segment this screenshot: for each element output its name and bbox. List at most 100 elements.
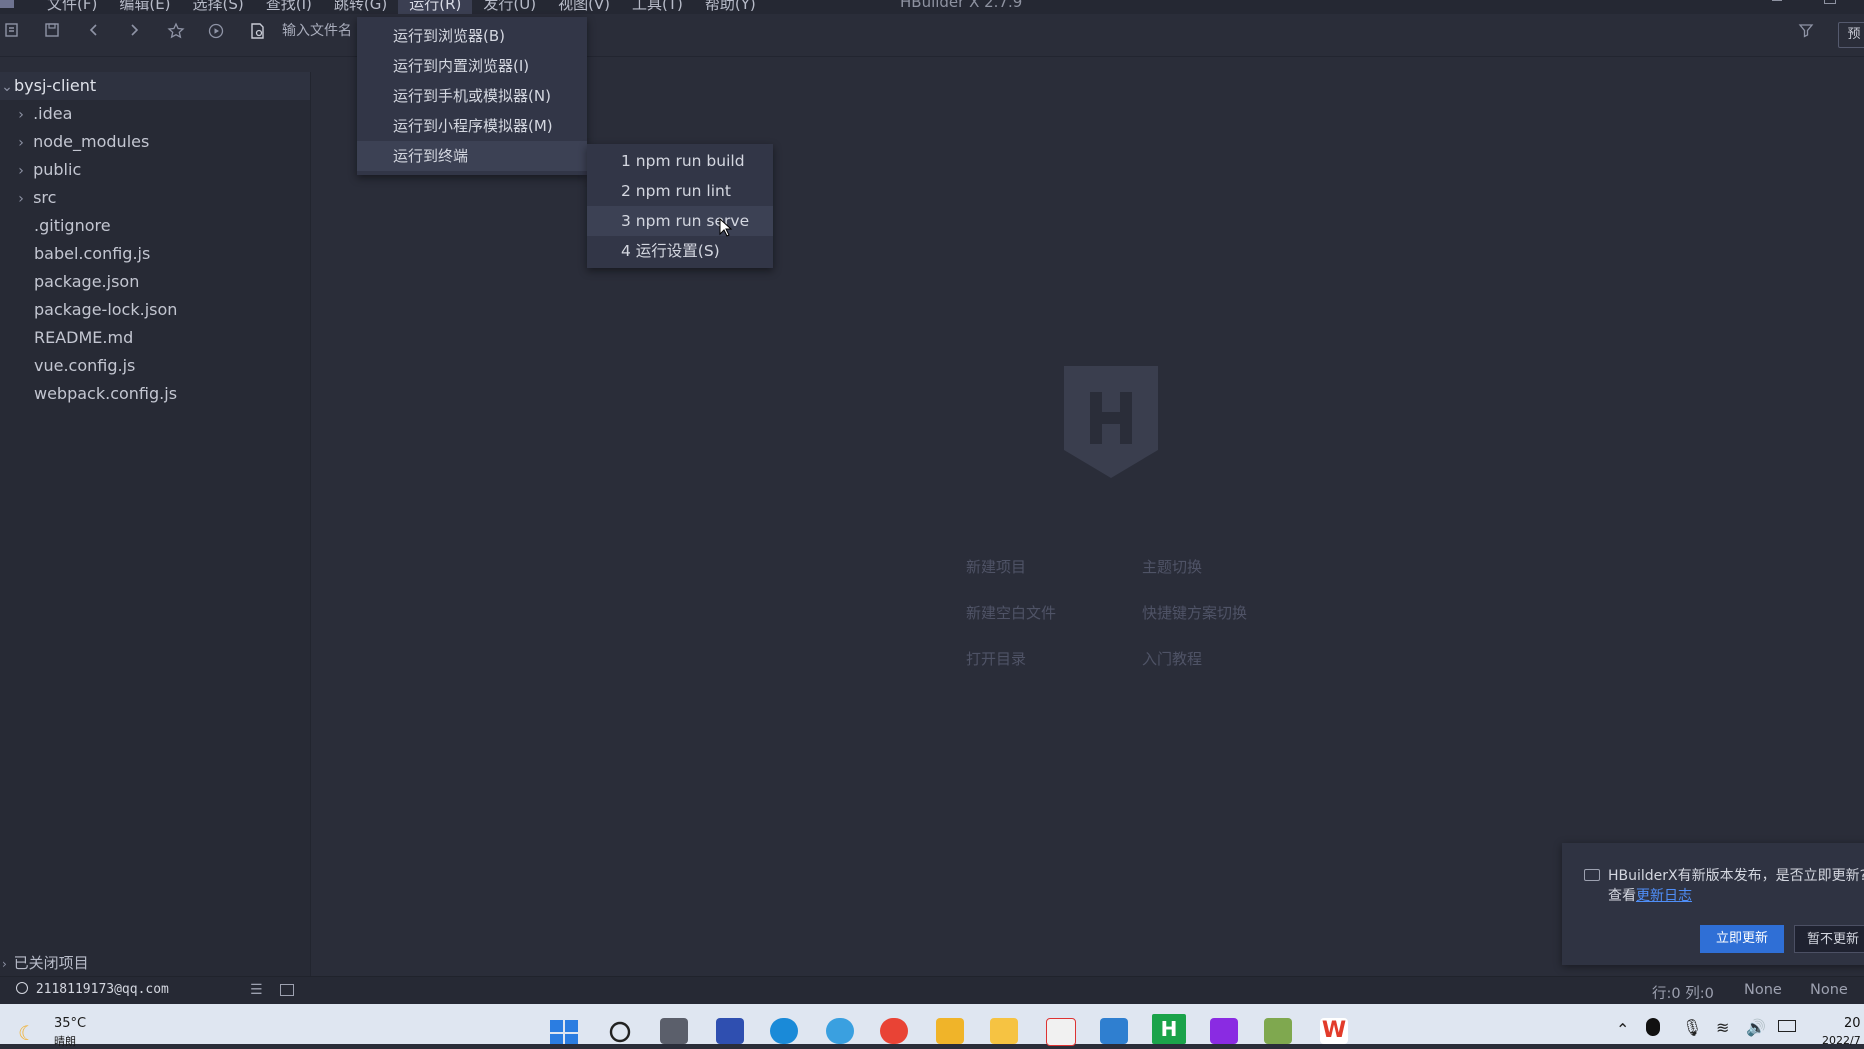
theme-switch-link[interactable]: 主题切换	[1142, 556, 1202, 577]
new-blank-file-link[interactable]: 新建空白文件	[966, 602, 1056, 623]
tree-folder[interactable]: › src	[0, 184, 324, 212]
closed-projects[interactable]: › 已关闭项目	[0, 950, 310, 976]
tree-file[interactable]: README.md	[0, 324, 344, 352]
hbuilder-taskbar-icon[interactable]: H	[1152, 1014, 1186, 1044]
tree-file[interactable]: babel.config.js	[0, 240, 344, 268]
menu-view[interactable]: 视图(V)	[547, 0, 621, 14]
weather-widget[interactable]: ☾ 35°C 晴朗	[18, 1016, 158, 1048]
tree-folder[interactable]: › node_modules	[0, 128, 324, 156]
mouse-cursor-icon	[719, 218, 733, 237]
run-menu-dropdown: 运行到浏览器(B) 运行到内置浏览器(I) 运行到手机或模拟器(N) 运行到小程…	[357, 17, 587, 175]
syntax-status[interactable]: None	[1810, 982, 1848, 998]
back-icon[interactable]	[84, 22, 104, 42]
new-project-link[interactable]: 新建项目	[966, 556, 1026, 577]
project-sidebar: ⌄bysj-client › .idea › node_modules › pu…	[0, 72, 311, 976]
forward-icon[interactable]	[124, 22, 144, 42]
changelog-link[interactable]: 更新日志	[1636, 888, 1692, 904]
chevron-right-icon: ›	[18, 135, 24, 151]
chevron-down-icon: ⌄	[1, 79, 13, 95]
menu-edit[interactable]: 编辑(E)	[108, 0, 181, 14]
npm-run-build-item[interactable]: 1 npm run build	[587, 146, 773, 176]
menu-goto[interactable]: 跳转(G)	[323, 0, 398, 14]
maximize-icon[interactable]	[1824, 0, 1836, 4]
window-title: HBuilder X 2.7.9	[900, 0, 1023, 11]
npm-run-lint-item[interactable]: 2 npm run lint	[587, 176, 773, 206]
run-to-phone-item[interactable]: 运行到手机或模拟器(N)	[357, 81, 587, 111]
volume-icon[interactable]: 🔊	[1746, 1018, 1766, 1037]
clock-fragment[interactable]: 20	[1844, 1016, 1861, 1031]
update-changelog-line: 查看更新日志	[1608, 885, 1692, 905]
office-icon[interactable]	[1046, 1018, 1076, 1046]
search-icon[interactable]	[606, 1018, 634, 1044]
tree-file[interactable]: package-lock.json	[0, 296, 344, 324]
toolbar	[0, 14, 1864, 57]
chrome-icon[interactable]	[880, 1018, 908, 1044]
account-label[interactable]: 2118119173@qq.com	[16, 982, 169, 997]
file-search-input[interactable]: 输入文件名	[282, 20, 362, 42]
qq-icon[interactable]	[1646, 1018, 1660, 1036]
app-icon-blue[interactable]	[716, 1018, 744, 1044]
tutorial-link[interactable]: 入门教程	[1142, 648, 1202, 669]
tree-folder[interactable]: › public	[0, 156, 324, 184]
new-file-icon[interactable]	[2, 22, 22, 42]
terminal-icon[interactable]	[280, 984, 294, 996]
chevron-right-icon: ›	[18, 107, 24, 123]
tray-chevron-up-icon[interactable]: ⌃	[1616, 1020, 1629, 1039]
star-icon[interactable]	[166, 22, 186, 42]
jetbrains-icon[interactable]	[1210, 1018, 1238, 1044]
menu-find[interactable]: 查找(I)	[255, 0, 323, 14]
menu-publish[interactable]: 发行(U)	[472, 0, 547, 14]
tree-root-project[interactable]: ⌄bysj-client	[0, 72, 310, 100]
wifi-icon[interactable]: ≋	[1716, 1018, 1729, 1037]
tree-file[interactable]: package.json	[0, 268, 344, 296]
outline-icon[interactable]: ☰	[250, 982, 263, 998]
browse-icon[interactable]	[248, 22, 268, 42]
hbuilder-logo-icon	[1064, 366, 1158, 478]
npm-run-serve-item[interactable]: 3 npm run serve	[587, 206, 773, 236]
weather-desc: 晴朗	[54, 1035, 76, 1048]
run-to-terminal-item[interactable]: 运行到终端	[357, 141, 587, 171]
preview-button[interactable]: 预	[1838, 22, 1864, 48]
start-icon[interactable]	[550, 1018, 578, 1046]
chevron-right-icon: ›	[18, 163, 24, 179]
update-later-button[interactable]: 暂不更新	[1794, 925, 1864, 953]
tree-file[interactable]: .gitignore	[0, 212, 344, 240]
tree-file[interactable]: vue.config.js	[0, 352, 344, 380]
menu-select[interactable]: 选择(S)	[182, 0, 255, 14]
date-fragment[interactable]: 2022/7	[1822, 1034, 1861, 1047]
notes-icon[interactable]	[990, 1018, 1018, 1044]
photos-icon[interactable]	[1100, 1018, 1128, 1044]
file-explorer-icon[interactable]	[936, 1018, 964, 1044]
tree-folder-label: src	[33, 188, 57, 207]
ie-icon[interactable]	[826, 1018, 854, 1044]
run-settings-item[interactable]: 4 运行设置(S)	[587, 236, 773, 266]
update-message: HBuilderX有新版本发布，是否立即更新?	[1608, 868, 1864, 884]
filter-icon[interactable]	[1796, 22, 1816, 42]
update-now-button[interactable]: 立即更新	[1700, 925, 1784, 953]
tree-file[interactable]: webpack.config.js	[0, 380, 344, 408]
open-folder-link[interactable]: 打开目录	[966, 648, 1026, 669]
shortcut-scheme-link[interactable]: 快捷键方案切换	[1142, 602, 1247, 623]
battery-icon[interactable]	[1778, 1020, 1796, 1032]
menu-help[interactable]: 帮助(Y)	[694, 0, 767, 14]
microphone-icon[interactable]: 🎙	[1682, 1018, 1702, 1037]
tree-folder[interactable]: › .idea	[0, 100, 324, 128]
save-icon[interactable]	[42, 22, 62, 42]
edge-icon[interactable]	[770, 1018, 798, 1044]
app-icon[interactable]	[0, 0, 14, 8]
run-to-miniprogram-item[interactable]: 运行到小程序模拟器(M)	[357, 111, 587, 141]
task-view-icon[interactable]	[660, 1018, 688, 1044]
weather-temp: 35°C	[54, 1016, 87, 1031]
run-icon[interactable]	[206, 22, 226, 42]
app-icon-green[interactable]	[1264, 1018, 1292, 1044]
tree-folder-label: node_modules	[33, 132, 150, 151]
encoding-status[interactable]: None	[1744, 982, 1782, 998]
wps-icon[interactable]: W	[1320, 1018, 1348, 1044]
menu-tools[interactable]: 工具(T)	[621, 0, 694, 14]
run-to-browser-item[interactable]: 运行到浏览器(B)	[357, 21, 587, 51]
run-to-builtin-browser-item[interactable]: 运行到内置浏览器(I)	[357, 51, 587, 81]
minimize-icon[interactable]	[1772, 0, 1782, 1]
menu-run[interactable]: 运行(R)	[398, 0, 473, 14]
windows-taskbar: ☾ 35°C 晴朗 H W ⌃ 🎙 ≋ 🔊 20 2022/7	[0, 1004, 1864, 1048]
menu-file[interactable]: 文件(F)	[36, 0, 108, 14]
